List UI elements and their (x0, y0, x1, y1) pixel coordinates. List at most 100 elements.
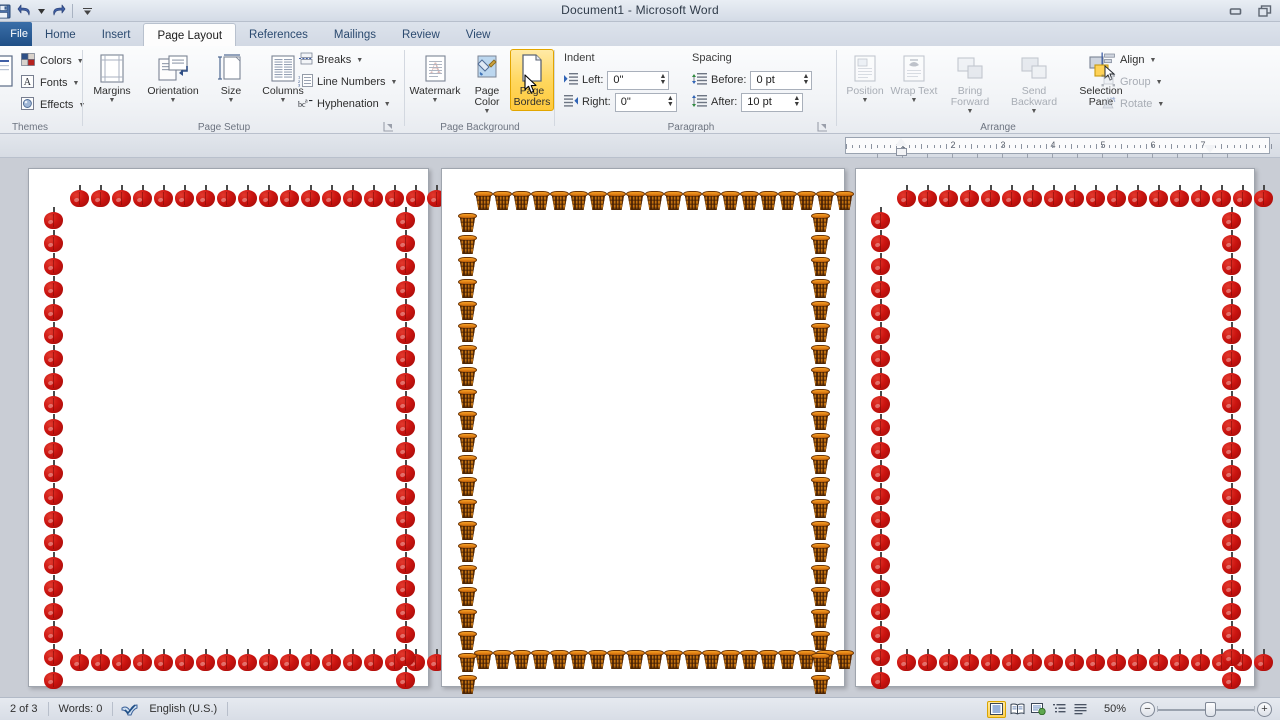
apple-border-art (195, 185, 216, 208)
apple-border-art (321, 185, 342, 208)
basket-border-art (569, 189, 588, 211)
tab-insert[interactable]: Insert (89, 23, 144, 46)
tab-view[interactable]: View (453, 23, 504, 46)
apple-border-art (395, 414, 416, 437)
ruler-tick (1052, 145, 1054, 148)
watermark-button[interactable]: A Watermark ▼ (406, 50, 464, 104)
line-numbers-button[interactable]: 1 2 3 Line Numbers ▼ (295, 72, 400, 92)
indent-right-input[interactable]: 0" ▲ ▼ (614, 92, 677, 112)
theme-colors-button[interactable]: Colors ▼ (18, 51, 87, 71)
basket-border-art (645, 189, 664, 211)
bring-forward-button[interactable]: Bring Forward ▼ (939, 50, 1001, 115)
apple-border-art (959, 185, 980, 208)
zoom-out-button[interactable]: − (1140, 701, 1155, 717)
file-tab[interactable]: File (0, 22, 32, 46)
indent-right-stepper[interactable]: ▲ ▼ (667, 95, 674, 108)
draft-view[interactable] (1071, 701, 1090, 718)
paragraph-dialog-launcher[interactable] (817, 121, 828, 132)
page-3-border-top (896, 185, 1274, 208)
apple-border-art (1221, 368, 1242, 391)
document-canvas[interactable] (0, 158, 1280, 697)
language-indicator[interactable]: English (U.S.) (147, 698, 227, 720)
send-backward-button[interactable]: Send Backward ▼ (1000, 50, 1068, 115)
align-label: Align (1120, 54, 1145, 66)
theme-effects-button[interactable]: Effects ▼ (18, 95, 88, 115)
outline-view[interactable] (1050, 701, 1069, 718)
group-button[interactable]: Group ▼ (1098, 72, 1166, 92)
basket-border-art (811, 563, 830, 585)
apple-border-art (405, 185, 426, 208)
tab-references[interactable]: References (236, 23, 321, 46)
ribbon-tab-strip: File Home Insert Page Layout References … (0, 22, 1280, 47)
breaks-button[interactable]: Breaks ▼ (295, 50, 366, 70)
margins-button[interactable]: Margins ▼ (85, 50, 139, 104)
zoom-slider[interactable] (1157, 701, 1255, 717)
page-setup-dialog-launcher[interactable] (383, 121, 394, 132)
align-button[interactable]: Align ▼ (1098, 50, 1159, 70)
chevron-down-icon: ▼ (910, 97, 918, 104)
wrap-text-button[interactable]: Wrap Text ▼ (890, 50, 938, 104)
first-line-indent-marker[interactable] (895, 138, 907, 146)
indent-right-value: 0" (620, 96, 631, 108)
apple-border-art (1232, 185, 1253, 208)
indent-left-input[interactable]: 0" ▲ ▼ (607, 70, 670, 90)
theme-fonts-button[interactable]: A Fonts ▼ (18, 73, 82, 93)
basket-border-art (816, 189, 835, 211)
page-2[interactable] (441, 168, 854, 694)
page-borders-button[interactable]: Page Borders (510, 49, 554, 111)
spelling-check-icon[interactable] (113, 698, 147, 720)
apple-border-art (870, 552, 891, 575)
full-screen-reading-view[interactable] (1008, 701, 1027, 718)
tab-page-layout[interactable]: Page Layout (143, 23, 237, 47)
chevron-down-icon: ▼ (356, 56, 364, 64)
ruler-tick (1177, 145, 1179, 148)
rotate-button[interactable]: Rotate ▼ (1098, 94, 1167, 114)
chevron-down-icon: ▼ (966, 108, 974, 115)
page-color-button[interactable]: Page Color ▼ (465, 50, 509, 115)
page-1[interactable] (28, 168, 446, 690)
ruler-tick (858, 145, 860, 148)
spacing-after-input[interactable]: 10 pt ▲ ▼ (741, 92, 804, 112)
restore-button[interactable] (1250, 1, 1280, 21)
apple-border-art (1127, 649, 1148, 672)
spacing-before-stepper[interactable]: ▲ ▼ (803, 73, 810, 86)
apple-border-art (43, 667, 64, 690)
apple-border-art (384, 185, 405, 208)
apple-border-art (938, 185, 959, 208)
page-borders-label: Page Borders (513, 85, 551, 108)
hyphenation-label: Hyphenation (317, 98, 379, 110)
apple-border-art (43, 552, 64, 575)
apple-border-art (300, 649, 321, 672)
web-layout-view[interactable] (1029, 701, 1048, 718)
ruler-tick (964, 145, 966, 148)
spacing-after-stepper[interactable]: ▲ ▼ (793, 95, 800, 108)
indent-left-stepper[interactable]: ▲ ▼ (659, 73, 666, 86)
zoom-in-button[interactable]: + (1257, 701, 1272, 717)
ruler-tick (1146, 144, 1147, 149)
zoom-slider-thumb[interactable] (1205, 702, 1216, 717)
apple-border-art (279, 185, 300, 208)
left-indent-marker[interactable] (896, 148, 907, 156)
size-button[interactable]: Size ▼ (211, 50, 251, 104)
spacing-after-label: After: (711, 96, 738, 108)
hyphenation-button[interactable]: bc a Hyphenation ▼ (295, 94, 394, 114)
word-count[interactable]: Words: 0 (49, 698, 113, 720)
position-button[interactable]: Position ▼ (839, 50, 891, 104)
basket-border-art (458, 541, 477, 563)
tab-review[interactable]: Review (389, 23, 453, 46)
page-indicator[interactable]: 2 of 3 (0, 698, 48, 720)
svg-text:A: A (430, 60, 442, 77)
print-layout-view[interactable] (987, 700, 1006, 718)
tab-home[interactable]: Home (32, 23, 89, 46)
basket-border-art (550, 648, 569, 670)
minimize-button[interactable] (1220, 1, 1250, 21)
spacing-before-input[interactable]: 0 pt ▲ ▼ (750, 70, 813, 90)
themes-gallery-button[interactable] (0, 54, 14, 100)
page-3[interactable] (855, 168, 1273, 689)
tab-mailings[interactable]: Mailings (321, 23, 389, 46)
ribbon-group-themes: Colors ▼ A Fonts ▼ Effects Themes (0, 46, 85, 134)
apple-border-art (321, 649, 342, 672)
right-indent-marker[interactable] (1204, 145, 1216, 153)
zoom-level[interactable]: 50% (1098, 703, 1132, 715)
orientation-button[interactable]: Orientation ▼ (139, 50, 207, 104)
